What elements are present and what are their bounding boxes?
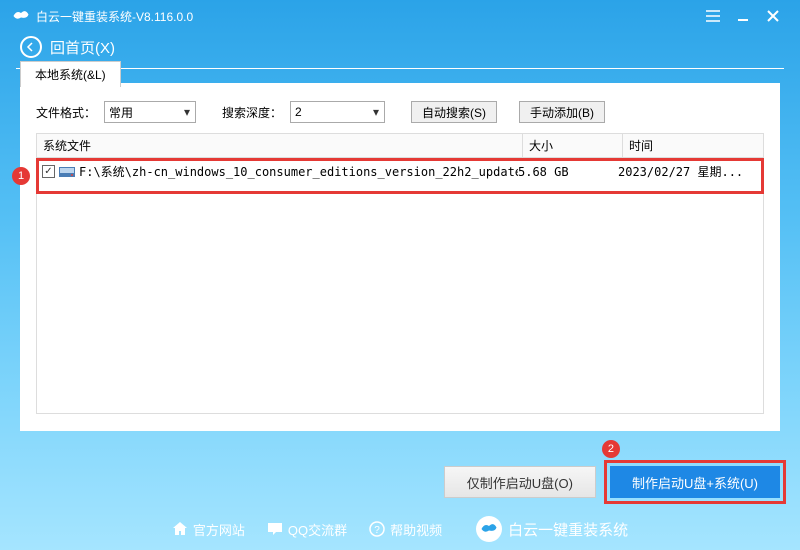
- col-file: 系统文件: [37, 134, 523, 157]
- qq-group-link[interactable]: QQ交流群: [267, 520, 347, 539]
- action-buttons: 仅制作启动U盘(O) 2 制作启动U盘+系统(U): [444, 466, 780, 498]
- main-panel: 本地系统(&L) 文件格式： 常用 搜索深度： 2 自动搜索(S) 手动添加(B…: [20, 83, 780, 431]
- back-arrow-icon: [20, 36, 42, 58]
- highlighted-row-box: 1 ✓ F:\系统\zh-cn_windows_10_consumer_edit…: [36, 158, 764, 194]
- col-time: 时间: [623, 134, 763, 157]
- col-size: 大小: [523, 134, 623, 157]
- app-logo-icon: [12, 7, 30, 25]
- row-time: 2023/02/27 星期...: [618, 163, 758, 180]
- table-header: 系统文件 大小 时间: [36, 133, 764, 158]
- footer: 官方网站 QQ交流群 ? 帮助视频 白云一键重装系统: [0, 516, 800, 542]
- back-label: 回首页(X): [50, 37, 115, 58]
- depth-select[interactable]: 2: [290, 101, 385, 123]
- table-body-empty: [36, 194, 764, 414]
- auto-search-button[interactable]: 自动搜索(S): [411, 101, 497, 123]
- format-label: 文件格式：: [36, 104, 96, 121]
- close-button[interactable]: [758, 6, 788, 26]
- brand: 白云一键重装系统: [476, 516, 628, 542]
- disk-icon: [59, 165, 75, 179]
- svg-text:?: ?: [374, 525, 380, 536]
- titlebar: 白云一键重装系统-V8.116.0.0: [0, 0, 800, 32]
- step-badge-2: 2: [602, 440, 620, 458]
- chat-icon: [267, 521, 283, 537]
- back-home-button[interactable]: 回首页(X): [20, 36, 115, 58]
- official-site-link[interactable]: 官方网站: [172, 520, 245, 539]
- row-checkbox[interactable]: ✓: [42, 165, 55, 178]
- usb-plus-system-button[interactable]: 制作启动U盘+系统(U): [610, 466, 780, 498]
- divider: [16, 68, 784, 69]
- app-title: 白云一键重装系统-V8.116.0.0: [36, 8, 698, 25]
- help-video-link[interactable]: ? 帮助视频: [369, 520, 442, 539]
- table-row[interactable]: ✓ F:\系统\zh-cn_windows_10_consumer_editio…: [39, 161, 761, 182]
- step-badge-1: 1: [12, 167, 30, 185]
- format-select[interactable]: 常用: [104, 101, 196, 123]
- home-icon: [172, 521, 188, 537]
- depth-label: 搜索深度：: [222, 104, 282, 121]
- row-path: F:\系统\zh-cn_windows_10_consumer_editions…: [79, 163, 518, 180]
- controls-row: 文件格式： 常用 搜索深度： 2 自动搜索(S) 手动添加(B): [20, 83, 780, 133]
- tab-local-system[interactable]: 本地系统(&L): [20, 61, 121, 87]
- manual-add-button[interactable]: 手动添加(B): [519, 101, 605, 123]
- minimize-button[interactable]: [728, 6, 758, 26]
- brand-icon: [476, 516, 502, 542]
- row-size: 5.68 GB: [518, 165, 618, 179]
- menu-button[interactable]: [698, 6, 728, 26]
- question-icon: ?: [369, 521, 385, 537]
- brand-text: 白云一键重装系统: [508, 519, 628, 540]
- only-usb-button[interactable]: 仅制作启动U盘(O): [444, 466, 596, 498]
